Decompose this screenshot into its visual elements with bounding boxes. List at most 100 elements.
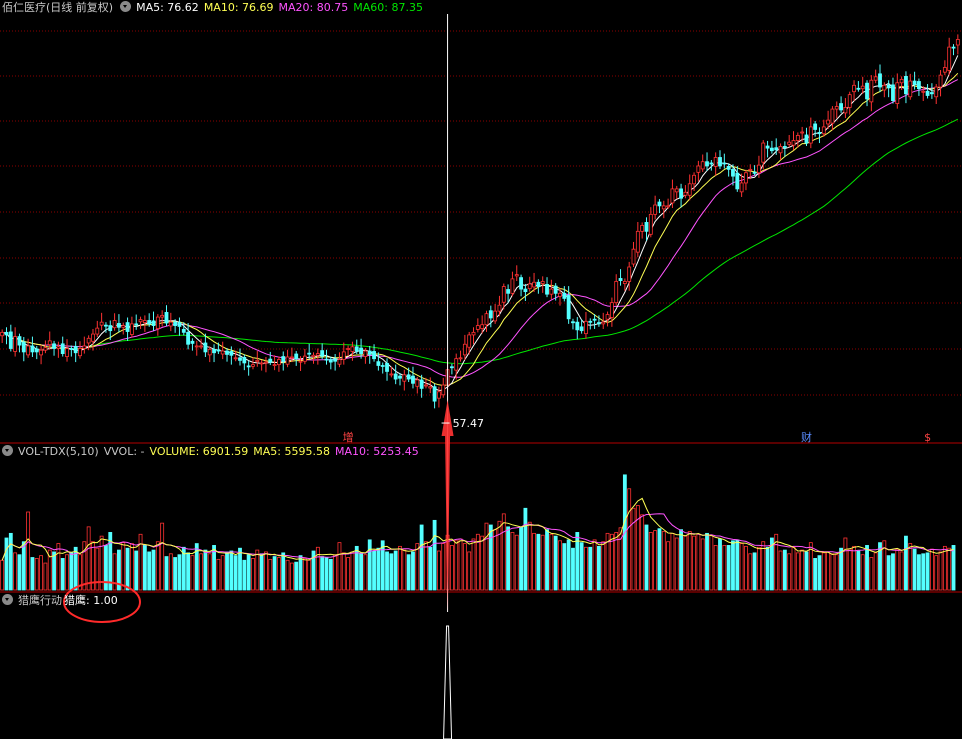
candle-body-167 [722, 162, 727, 165]
volume-bar-136 [588, 546, 593, 591]
volume-bar-50 [216, 558, 221, 591]
volume-bar-63 [272, 556, 277, 591]
volume-bar-146 [631, 507, 636, 591]
candle-body-153 [661, 205, 666, 210]
candle-body-21 [91, 333, 95, 342]
volume-bar-177 [765, 546, 770, 591]
candle-body-116 [501, 286, 506, 303]
volume-bar-68 [294, 561, 299, 591]
candle-body-132 [571, 321, 575, 324]
volume-bar-202 [873, 552, 878, 591]
candle-body-26 [112, 320, 117, 329]
volume-bar-196 [847, 548, 852, 591]
volume-bar-132 [571, 547, 575, 591]
candle-body-36 [155, 316, 160, 329]
volume-bar-55 [238, 547, 242, 591]
candle-body-6 [26, 345, 31, 356]
ma5-legend: MA5: 76.62 [136, 1, 199, 14]
volume-bar-125 [540, 534, 545, 591]
volume-bar-32 [138, 533, 143, 591]
volume-bar-36 [155, 541, 160, 591]
volume-bar-70 [302, 558, 307, 591]
event-marker-1: 财 [801, 430, 812, 444]
candle-body-121 [523, 288, 528, 293]
volume-bar-192 [830, 553, 835, 591]
volume-bar-60 [259, 553, 264, 591]
volume-bar-0 [0, 559, 5, 591]
stock-chart[interactable]: 57.47 增 财 $ [0, 0, 962, 739]
candle-body-66 [285, 356, 290, 365]
candle-body-112 [484, 313, 489, 326]
volume-bar-220 [951, 545, 956, 591]
candle-body-120 [519, 277, 523, 290]
candle-body-151 [653, 204, 658, 215]
volume-bar-97 [419, 524, 424, 591]
volume-bar-139 [601, 541, 606, 591]
candle-body-145 [627, 266, 632, 282]
ind-toggle-icon[interactable] [2, 594, 13, 605]
volume-bar-100 [432, 519, 437, 591]
candle-body-154 [666, 205, 671, 208]
candle-body-84 [363, 350, 368, 357]
falcon-signal-bar [443, 625, 453, 739]
volume-bar-43 [186, 552, 191, 591]
candle-body-156 [674, 188, 679, 193]
candle-body-20 [86, 337, 91, 344]
volume-bar-153 [661, 531, 666, 591]
volume-bar-99 [428, 546, 433, 591]
candle-body-162 [700, 161, 705, 170]
candle-body-140 [605, 314, 610, 320]
candle-body-142 [614, 281, 619, 304]
candle-body-64 [277, 359, 281, 366]
candle-body-52 [225, 350, 229, 355]
volume-bar-208 [899, 551, 904, 591]
candle-body-216 [934, 86, 939, 98]
volume-bar-26 [112, 553, 117, 591]
ma60-legend: MA60: 87.35 [353, 1, 423, 14]
volume-bar-165 [713, 545, 718, 591]
candle-body-90 [389, 373, 394, 376]
vol-toggle-icon[interactable] [2, 445, 13, 456]
volume-bar-58 [251, 558, 255, 591]
candle-body-14 [60, 343, 65, 354]
candle-body-194 [839, 103, 843, 111]
candle-body-155 [670, 188, 675, 204]
volume-bar-15 [65, 554, 69, 591]
volume-bar-35 [151, 549, 156, 591]
volume-bar-161 [696, 533, 701, 591]
volume-bar-91 [393, 550, 398, 591]
candle-body-22 [95, 327, 100, 335]
volume-bar-94 [406, 554, 411, 591]
low-price-label: 57.47 [453, 417, 485, 430]
candle-body-13 [56, 346, 61, 349]
main-chart-header: 佰仁医疗(日线 前复权) MA5: 76.62 MA10: 76.69 MA20: 8… [0, 0, 428, 16]
volume-bar-217 [938, 551, 943, 591]
annotation-overlay: 57.47 增 财 $ [63, 14, 931, 623]
volume-bar-74 [320, 556, 325, 591]
candle-body-159 [687, 183, 692, 196]
candle-body-59 [255, 359, 260, 363]
volume-bar-46 [199, 553, 203, 591]
candle-body-184 [795, 135, 800, 141]
volume-bar-107 [462, 543, 467, 591]
volume-bars [0, 474, 956, 591]
candle-body-28 [121, 325, 126, 328]
volume-bar-155 [670, 532, 675, 591]
volume-bar-141 [609, 533, 614, 591]
candle-body-57 [246, 365, 251, 368]
candle-body-24 [104, 324, 108, 327]
volume-bar-65 [281, 552, 286, 591]
volume-bar-180 [778, 550, 783, 591]
candle-body-34 [147, 320, 152, 325]
volume-bar-83 [359, 553, 363, 591]
candle-body-146 [631, 248, 636, 265]
volume-bar-158 [683, 535, 688, 591]
volume-bar-92 [398, 545, 402, 591]
candle-body-12 [52, 343, 56, 349]
candle-body-1 [4, 331, 9, 336]
legend-toggle-icon[interactable] [120, 1, 132, 12]
candle-body-117 [506, 289, 511, 294]
volume-bar-47 [203, 549, 208, 591]
candle-body-192 [830, 108, 835, 124]
volume-bar-8 [34, 558, 39, 591]
